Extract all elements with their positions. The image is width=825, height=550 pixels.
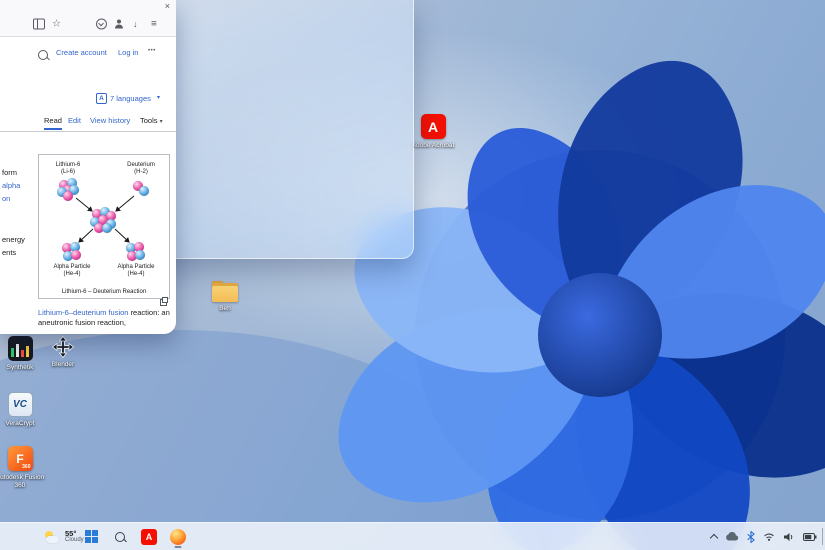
search-icon <box>115 532 125 542</box>
toc-fragment: form <box>2 168 17 177</box>
wifi-icon[interactable] <box>763 532 775 541</box>
toc-fragment[interactable]: on <box>2 194 10 203</box>
desktop-icon-fusion-360[interactable]: F 360 Autodesk Fusion 360 <box>0 446 49 489</box>
tab-tools[interactable]: Tools ▾ <box>140 116 163 125</box>
taskbar-firefox[interactable] <box>167 526 189 548</box>
bookmark-star-icon[interactable]: ☆ <box>52 19 61 30</box>
languages-button[interactable]: 7 languages <box>110 94 151 103</box>
desktop-icon-label: VeraCrypt <box>6 420 35 428</box>
article-tabs: Read Edit View history Tools ▾ <box>0 112 176 132</box>
desktop-icon-blender[interactable]: Blender <box>34 336 92 369</box>
desktop-icon-label: Beh <box>219 305 231 313</box>
acrobat-glyph: A <box>428 119 438 135</box>
folder-icon <box>212 281 238 302</box>
toc-fragment[interactable]: alpha <box>2 181 20 190</box>
sidebar-icon[interactable] <box>33 19 45 30</box>
desktop-icon-veracrypt[interactable]: VC VeraCrypt <box>0 392 49 428</box>
bar <box>21 350 24 357</box>
search-icon[interactable] <box>38 50 48 60</box>
bluetooth-icon[interactable] <box>747 531 755 543</box>
toc-fragment: energy <box>2 235 25 244</box>
label-h2-sym: (H-2) <box>134 169 148 175</box>
atom-clusters <box>57 178 149 261</box>
volume-icon[interactable] <box>783 532 795 542</box>
bloom-core <box>538 273 662 397</box>
desktop-icon-label: Blender <box>52 361 74 369</box>
desktop-icon-label: Adobe Acrobat <box>412 142 455 150</box>
system-tray <box>711 523 817 550</box>
menu-icon[interactable]: ≡ <box>151 19 157 30</box>
search-button[interactable] <box>109 526 131 548</box>
veracrypt-icon: VC <box>8 392 33 417</box>
folder-front <box>212 286 238 302</box>
tab-read[interactable]: Read <box>44 116 62 130</box>
tab-edit[interactable]: Edit <box>68 116 81 125</box>
chevron-down-icon: ▾ <box>157 94 160 101</box>
label-li6-sym: (Li-6) <box>61 169 75 175</box>
veracrypt-glyph: VC <box>13 399 27 410</box>
fusion-diagram: Lithium-6 (Li-6) Deuterium (H-2) <box>42 158 166 282</box>
more-menu-icon[interactable]: ••• <box>148 48 156 54</box>
account-icon[interactable] <box>114 20 123 29</box>
create-account-link[interactable]: Create account <box>56 48 107 57</box>
cloud-icon <box>46 536 59 543</box>
battery-icon[interactable] <box>803 533 817 541</box>
move-arrows-icon <box>52 336 74 358</box>
adobe-acrobat-icon: A <box>421 114 446 139</box>
browser-toolbar: ☆ ↓ ≡ <box>0 12 176 37</box>
taskbar-pinned-apps: A <box>80 523 189 550</box>
bar <box>16 344 19 357</box>
languages-icon[interactable]: A <box>96 93 107 104</box>
desktop-screen: A Adobe Acrobat Beh Synthetik Blender VC… <box>0 0 825 550</box>
acrobat-icon: A <box>141 529 157 545</box>
caption-link[interactable]: Lithium-6–deuterium fusion <box>38 308 128 317</box>
taskbar-acrobat[interactable]: A <box>138 526 160 548</box>
desktop-icon-folder[interactable]: Beh <box>196 281 254 313</box>
onedrive-cloud-icon[interactable] <box>725 532 739 541</box>
desktop-icon-label: Synthetik <box>7 364 34 372</box>
weather-widget[interactable]: 55° Cloudy <box>44 523 84 550</box>
pocket-icon[interactable] <box>96 19 107 30</box>
toc-fragment: ents <box>2 248 16 257</box>
label-he4-right: Alpha Particle <box>117 264 155 270</box>
browser-window: × ☆ ↓ ≡ Create account Log in ••• A 7 la… <box>0 0 176 334</box>
label-li6: Lithium-6 <box>56 162 81 168</box>
chevron-down-icon: ▾ <box>160 119 163 125</box>
label-he4-left: Alpha Particle <box>53 264 91 270</box>
weather-icon <box>44 530 60 544</box>
browser-titlebar[interactable]: × <box>0 0 176 12</box>
close-icon[interactable]: × <box>165 0 170 12</box>
figure-caption: Lithium-6–deuterium fusion reaction: an … <box>38 308 172 334</box>
bar <box>11 348 14 357</box>
tab-view-history[interactable]: View history <box>90 116 130 125</box>
label-he4-left-sym: (He-4) <box>63 271 80 277</box>
taskbar: 55° Cloudy A <box>0 522 825 550</box>
label-he4-right-sym: (He-4) <box>127 271 144 277</box>
desktop-icon-label: Autodesk Fusion 360 <box>0 474 47 489</box>
fusion-360-sub: 360 <box>22 464 30 470</box>
firefox-icon <box>170 529 186 545</box>
open-app-indicator <box>175 546 182 548</box>
label-h2: Deuterium <box>127 162 155 168</box>
reaction-figure[interactable]: Lithium-6 (Li-6) Deuterium (H-2) <box>38 154 170 299</box>
bar <box>26 346 29 357</box>
log-in-link[interactable]: Log in <box>118 48 138 57</box>
frosted-glass-window[interactable] <box>150 0 414 259</box>
equalizer-icon <box>8 336 33 361</box>
chevron-up-icon[interactable] <box>710 534 718 542</box>
enlarge-icon[interactable] <box>160 297 168 305</box>
windows-logo-icon <box>85 530 98 543</box>
download-icon[interactable]: ↓ <box>133 19 138 29</box>
start-button[interactable] <box>80 526 102 548</box>
tab-tools-label: Tools <box>140 116 158 125</box>
fusion-360-icon: F 360 <box>8 446 33 471</box>
figure-title: Lithium-6 – Deuterium Reaction <box>42 289 166 295</box>
